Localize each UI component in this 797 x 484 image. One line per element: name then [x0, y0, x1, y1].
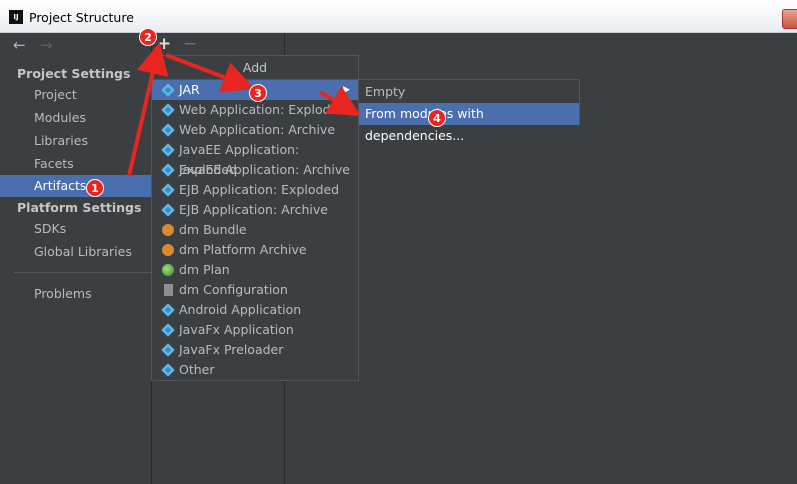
annotation-badge-1: 1	[86, 179, 104, 197]
sidebar-divider	[14, 272, 151, 273]
add-menu-header: Add	[152, 56, 358, 80]
menu-item-label: JavaFx Application	[179, 322, 294, 337]
menu-item-label: JavaFx Preloader	[179, 342, 284, 357]
diamond-icon	[161, 163, 175, 177]
menu-item-web-application-exploded[interactable]: Web Application: Exploded	[152, 100, 358, 120]
project-settings-header: Project Settings	[17, 66, 131, 81]
sidebar-item-facets[interactable]: Facets	[0, 153, 151, 175]
plan-icon	[162, 264, 174, 276]
menu-item-javaee-application-exploded[interactable]: JavaEE Application: Exploded	[152, 140, 358, 177]
diamond-icon	[161, 123, 175, 137]
menu-item-label: EJB Application: Exploded	[179, 182, 340, 197]
menu-item-label: dm Bundle	[179, 222, 247, 237]
jar-submenu: Empty From modules with dependencies...	[358, 79, 580, 143]
menu-item-label: Web Application: Archive	[179, 122, 336, 137]
menu-item-ejb-application-exploded[interactable]: EJB Application: Exploded	[152, 180, 358, 200]
menu-item-javafx-preloader[interactable]: JavaFx Preloader	[152, 340, 358, 360]
menu-item-javafx-application[interactable]: JavaFx Application	[152, 320, 358, 340]
bundle-icon	[162, 244, 174, 256]
annotation-badge-4: 4	[428, 109, 446, 127]
sidebar-item-sdks[interactable]: SDKs	[0, 218, 151, 240]
menu-item-label: Other	[179, 362, 215, 377]
menu-item-label: Android Application	[179, 302, 302, 317]
menu-item-dm-bundle[interactable]: dm Bundle	[152, 220, 358, 240]
menu-item-dm-configuration[interactable]: dm Configuration	[152, 280, 358, 300]
remove-button[interactable]: −	[183, 34, 197, 54]
diamond-icon	[161, 363, 175, 377]
menu-item-dm-platform-archive[interactable]: dm Platform Archive	[152, 240, 358, 260]
menu-item-label: dm Plan	[179, 262, 230, 277]
sidebar-item-modules[interactable]: Modules	[0, 107, 151, 129]
menu-item-other[interactable]: Other	[152, 360, 358, 380]
sidebar-item-problems[interactable]: Problems	[0, 283, 151, 305]
window-close-button[interactable]	[782, 9, 797, 29]
forward-arrow-icon[interactable]: →	[40, 36, 53, 54]
diamond-icon	[161, 303, 175, 317]
menu-item-android-application[interactable]: Android Application	[152, 300, 358, 320]
menu-item-web-application-archive[interactable]: Web Application: Archive	[152, 120, 358, 140]
menu-item-javaee-application-archive[interactable]: JavaEE Application: Archive	[152, 160, 358, 180]
menu-item-ejb-application-archive[interactable]: EJB Application: Archive	[152, 200, 358, 220]
diamond-icon	[161, 323, 175, 337]
annotation-badge-2: 2	[139, 28, 157, 46]
menu-item-label: Web Application: Exploded	[179, 102, 347, 117]
diamond-icon	[161, 183, 175, 197]
diamond-icon	[161, 83, 175, 97]
submenu-item-empty[interactable]: Empty	[359, 81, 579, 103]
document-icon	[164, 284, 173, 296]
title-bar: IJ Project Structure	[0, 0, 797, 33]
add-button[interactable]: +	[157, 34, 171, 54]
annotation-badge-3: 3	[249, 84, 267, 102]
menu-item-label: EJB Application: Archive	[179, 202, 328, 217]
menu-item-dm-plan[interactable]: dm Plan	[152, 260, 358, 280]
window-title: Project Structure	[29, 10, 134, 25]
sidebar-item-project[interactable]: Project	[0, 84, 151, 106]
menu-item-label: JAR	[179, 82, 200, 97]
sidebar-item-artifacts[interactable]: Artifacts	[0, 175, 151, 197]
diamond-icon	[161, 343, 175, 357]
back-arrow-icon[interactable]: ←	[13, 36, 26, 54]
menu-item-label: dm Configuration	[179, 282, 288, 297]
diamond-icon	[161, 103, 175, 117]
add-artifact-menu: Add JAR ▶ Web Application: Exploded Web App…	[151, 55, 359, 381]
menu-item-label: JavaEE Application: Archive	[179, 162, 350, 177]
diamond-icon	[161, 203, 175, 217]
bundle-icon	[162, 224, 174, 236]
submenu-arrow-icon: ▶	[343, 85, 350, 95]
sidebar-item-libraries[interactable]: Libraries	[0, 130, 151, 152]
diamond-icon	[161, 143, 175, 157]
intellij-icon: IJ	[9, 10, 23, 24]
sidebar-item-global-libraries[interactable]: Global Libraries	[0, 241, 151, 263]
menu-item-label: dm Platform Archive	[179, 242, 307, 257]
submenu-item-from-modules[interactable]: From modules with dependencies...	[359, 103, 579, 143]
platform-settings-header: Platform Settings	[17, 200, 142, 215]
